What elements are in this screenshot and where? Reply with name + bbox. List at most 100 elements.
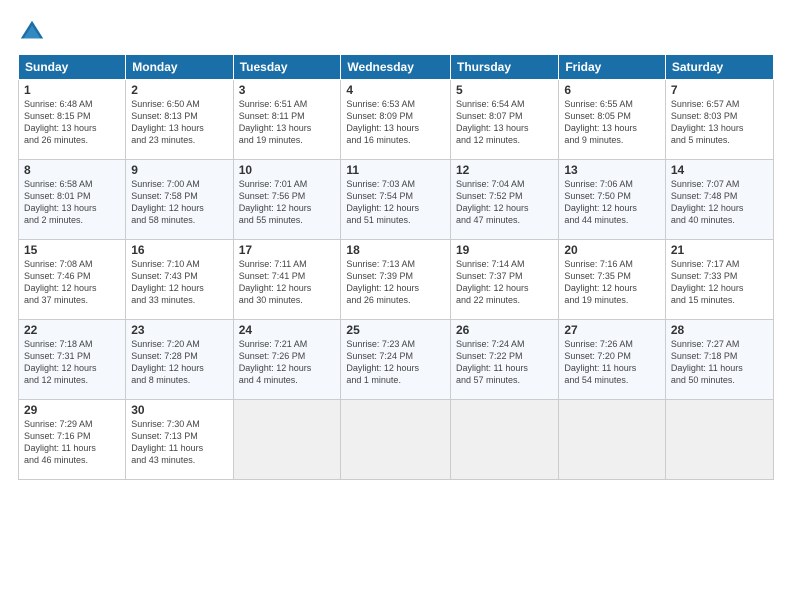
day-number: 26 [456,323,553,337]
day-info: Sunrise: 7:10 AM Sunset: 7:43 PM Dayligh… [131,258,227,307]
table-row: 21Sunrise: 7:17 AM Sunset: 7:33 PM Dayli… [665,240,773,320]
table-row: 24Sunrise: 7:21 AM Sunset: 7:26 PM Dayli… [233,320,341,400]
table-row: 3Sunrise: 6:51 AM Sunset: 8:11 PM Daylig… [233,80,341,160]
day-number: 12 [456,163,553,177]
calendar-week-row: 1Sunrise: 6:48 AM Sunset: 8:15 PM Daylig… [19,80,774,160]
table-row: 4Sunrise: 6:53 AM Sunset: 8:09 PM Daylig… [341,80,451,160]
day-info: Sunrise: 7:00 AM Sunset: 7:58 PM Dayligh… [131,178,227,227]
col-wednesday: Wednesday [341,55,451,80]
day-number: 3 [239,83,336,97]
day-number: 15 [24,243,120,257]
day-number: 16 [131,243,227,257]
day-info: Sunrise: 7:24 AM Sunset: 7:22 PM Dayligh… [456,338,553,387]
day-number: 19 [456,243,553,257]
day-info: Sunrise: 7:07 AM Sunset: 7:48 PM Dayligh… [671,178,768,227]
table-row: 11Sunrise: 7:03 AM Sunset: 7:54 PM Dayli… [341,160,451,240]
day-info: Sunrise: 7:21 AM Sunset: 7:26 PM Dayligh… [239,338,336,387]
table-row [559,400,666,480]
day-number: 20 [564,243,660,257]
table-row: 16Sunrise: 7:10 AM Sunset: 7:43 PM Dayli… [126,240,233,320]
col-friday: Friday [559,55,666,80]
table-row: 5Sunrise: 6:54 AM Sunset: 8:07 PM Daylig… [451,80,559,160]
col-sunday: Sunday [19,55,126,80]
table-row: 27Sunrise: 7:26 AM Sunset: 7:20 PM Dayli… [559,320,666,400]
day-number: 30 [131,403,227,417]
day-info: Sunrise: 7:06 AM Sunset: 7:50 PM Dayligh… [564,178,660,227]
day-info: Sunrise: 7:04 AM Sunset: 7:52 PM Dayligh… [456,178,553,227]
day-number: 29 [24,403,120,417]
table-row: 28Sunrise: 7:27 AM Sunset: 7:18 PM Dayli… [665,320,773,400]
day-info: Sunrise: 7:17 AM Sunset: 7:33 PM Dayligh… [671,258,768,307]
day-number: 14 [671,163,768,177]
day-info: Sunrise: 6:55 AM Sunset: 8:05 PM Dayligh… [564,98,660,147]
day-number: 2 [131,83,227,97]
day-info: Sunrise: 7:27 AM Sunset: 7:18 PM Dayligh… [671,338,768,387]
table-row: 15Sunrise: 7:08 AM Sunset: 7:46 PM Dayli… [19,240,126,320]
table-row: 6Sunrise: 6:55 AM Sunset: 8:05 PM Daylig… [559,80,666,160]
day-number: 8 [24,163,120,177]
header [18,18,774,46]
table-row: 19Sunrise: 7:14 AM Sunset: 7:37 PM Dayli… [451,240,559,320]
table-row: 1Sunrise: 6:48 AM Sunset: 8:15 PM Daylig… [19,80,126,160]
table-row: 7Sunrise: 6:57 AM Sunset: 8:03 PM Daylig… [665,80,773,160]
day-info: Sunrise: 7:01 AM Sunset: 7:56 PM Dayligh… [239,178,336,227]
table-row: 30Sunrise: 7:30 AM Sunset: 7:13 PM Dayli… [126,400,233,480]
day-info: Sunrise: 7:13 AM Sunset: 7:39 PM Dayligh… [346,258,445,307]
table-row [665,400,773,480]
table-row: 26Sunrise: 7:24 AM Sunset: 7:22 PM Dayli… [451,320,559,400]
day-info: Sunrise: 7:18 AM Sunset: 7:31 PM Dayligh… [24,338,120,387]
day-number: 25 [346,323,445,337]
col-thursday: Thursday [451,55,559,80]
day-number: 13 [564,163,660,177]
table-row: 17Sunrise: 7:11 AM Sunset: 7:41 PM Dayli… [233,240,341,320]
table-row: 23Sunrise: 7:20 AM Sunset: 7:28 PM Dayli… [126,320,233,400]
day-number: 5 [456,83,553,97]
day-info: Sunrise: 7:30 AM Sunset: 7:13 PM Dayligh… [131,418,227,467]
day-number: 10 [239,163,336,177]
day-number: 27 [564,323,660,337]
day-info: Sunrise: 7:08 AM Sunset: 7:46 PM Dayligh… [24,258,120,307]
calendar-header-row: Sunday Monday Tuesday Wednesday Thursday… [19,55,774,80]
table-row: 8Sunrise: 6:58 AM Sunset: 8:01 PM Daylig… [19,160,126,240]
day-info: Sunrise: 7:29 AM Sunset: 7:16 PM Dayligh… [24,418,120,467]
day-number: 23 [131,323,227,337]
day-info: Sunrise: 6:58 AM Sunset: 8:01 PM Dayligh… [24,178,120,227]
calendar-page: Sunday Monday Tuesday Wednesday Thursday… [0,0,792,612]
calendar-week-row: 15Sunrise: 7:08 AM Sunset: 7:46 PM Dayli… [19,240,774,320]
table-row [233,400,341,480]
table-row: 14Sunrise: 7:07 AM Sunset: 7:48 PM Dayli… [665,160,773,240]
day-number: 11 [346,163,445,177]
table-row: 2Sunrise: 6:50 AM Sunset: 8:13 PM Daylig… [126,80,233,160]
table-row: 13Sunrise: 7:06 AM Sunset: 7:50 PM Dayli… [559,160,666,240]
day-info: Sunrise: 7:26 AM Sunset: 7:20 PM Dayligh… [564,338,660,387]
day-info: Sunrise: 7:03 AM Sunset: 7:54 PM Dayligh… [346,178,445,227]
day-info: Sunrise: 6:50 AM Sunset: 8:13 PM Dayligh… [131,98,227,147]
calendar-table: Sunday Monday Tuesday Wednesday Thursday… [18,54,774,480]
day-info: Sunrise: 6:57 AM Sunset: 8:03 PM Dayligh… [671,98,768,147]
table-row [341,400,451,480]
calendar-week-row: 22Sunrise: 7:18 AM Sunset: 7:31 PM Dayli… [19,320,774,400]
day-info: Sunrise: 7:16 AM Sunset: 7:35 PM Dayligh… [564,258,660,307]
table-row: 20Sunrise: 7:16 AM Sunset: 7:35 PM Dayli… [559,240,666,320]
day-number: 18 [346,243,445,257]
table-row: 9Sunrise: 7:00 AM Sunset: 7:58 PM Daylig… [126,160,233,240]
day-info: Sunrise: 6:51 AM Sunset: 8:11 PM Dayligh… [239,98,336,147]
day-number: 4 [346,83,445,97]
day-info: Sunrise: 7:14 AM Sunset: 7:37 PM Dayligh… [456,258,553,307]
calendar-week-row: 29Sunrise: 7:29 AM Sunset: 7:16 PM Dayli… [19,400,774,480]
day-info: Sunrise: 6:53 AM Sunset: 8:09 PM Dayligh… [346,98,445,147]
table-row: 22Sunrise: 7:18 AM Sunset: 7:31 PM Dayli… [19,320,126,400]
logo [18,18,50,46]
day-info: Sunrise: 7:23 AM Sunset: 7:24 PM Dayligh… [346,338,445,387]
day-number: 22 [24,323,120,337]
col-saturday: Saturday [665,55,773,80]
day-number: 21 [671,243,768,257]
col-monday: Monday [126,55,233,80]
table-row: 12Sunrise: 7:04 AM Sunset: 7:52 PM Dayli… [451,160,559,240]
col-tuesday: Tuesday [233,55,341,80]
day-info: Sunrise: 7:20 AM Sunset: 7:28 PM Dayligh… [131,338,227,387]
table-row: 18Sunrise: 7:13 AM Sunset: 7:39 PM Dayli… [341,240,451,320]
day-info: Sunrise: 6:48 AM Sunset: 8:15 PM Dayligh… [24,98,120,147]
day-number: 9 [131,163,227,177]
table-row: 10Sunrise: 7:01 AM Sunset: 7:56 PM Dayli… [233,160,341,240]
